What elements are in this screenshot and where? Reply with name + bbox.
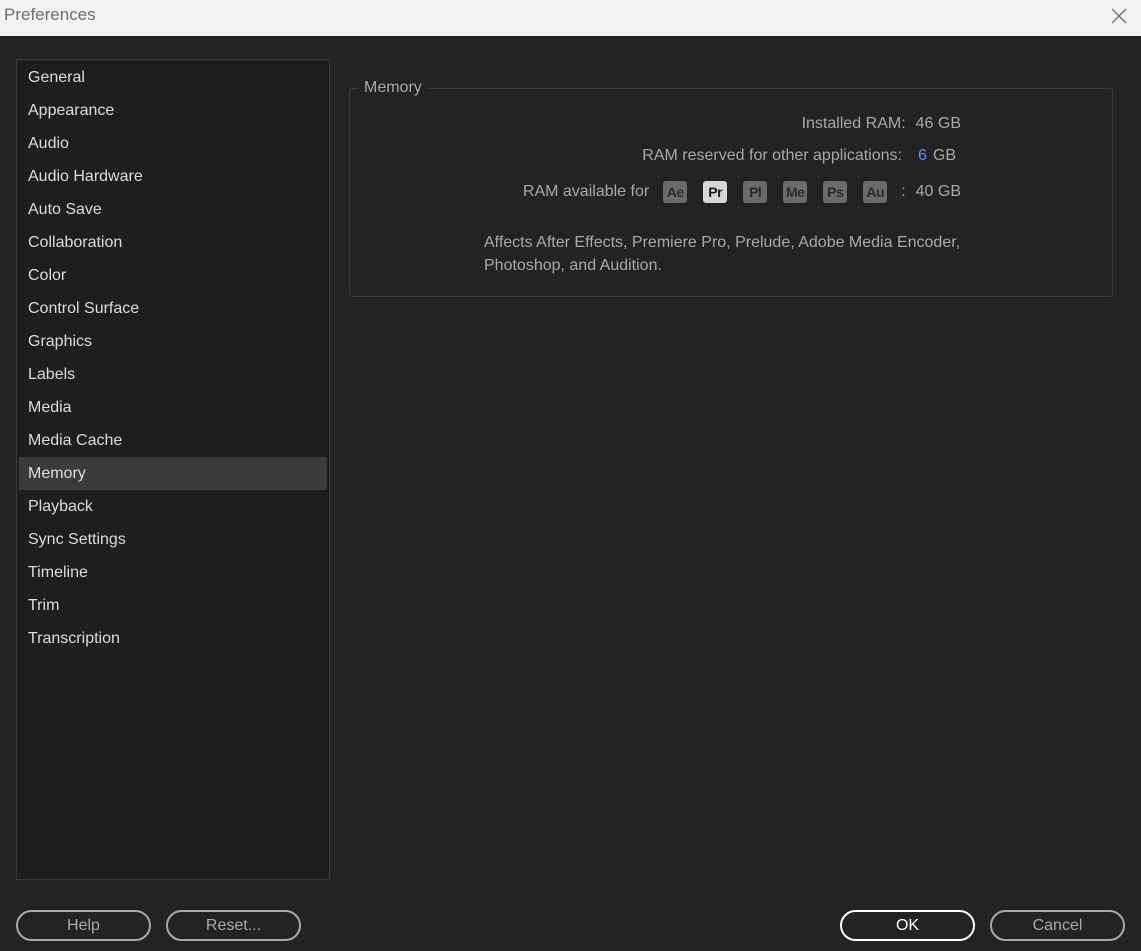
- available-ram-colon: :: [901, 183, 906, 200]
- panel-heading: Memory: [358, 79, 428, 97]
- sidebar-item-playback[interactable]: Playback: [19, 490, 327, 523]
- available-ram-row: RAM available for Ae Pr Pl Me Ps Au : 40…: [523, 181, 961, 203]
- after-effects-icon: Ae: [663, 181, 688, 203]
- sidebar-item-sync-settings[interactable]: Sync Settings: [19, 523, 327, 556]
- sidebar-item-media[interactable]: Media: [19, 391, 327, 424]
- sidebar-item-labels[interactable]: Labels: [19, 358, 327, 391]
- photoshop-icon: Ps: [823, 181, 848, 203]
- sidebar-item-audio[interactable]: Audio: [19, 127, 327, 160]
- app-badges: Ae Pr Pl Me Ps Au: [663, 181, 888, 203]
- close-icon[interactable]: [1103, 2, 1135, 30]
- sidebar-item-memory[interactable]: Memory: [19, 457, 327, 490]
- sidebar-item-transcription[interactable]: Transcription: [19, 622, 327, 655]
- reserved-ram-row: RAM reserved for other applications: 6 G…: [642, 147, 956, 165]
- preferences-category-list: General Appearance Audio Audio Hardware …: [16, 59, 330, 880]
- help-button[interactable]: Help: [16, 910, 151, 941]
- installed-ram-value: 46 GB: [915, 115, 961, 132]
- cancel-button[interactable]: Cancel: [990, 910, 1125, 941]
- reserved-ram-label: RAM reserved for other applications:: [642, 147, 902, 164]
- sidebar-item-trim[interactable]: Trim: [19, 589, 327, 622]
- installed-ram-label: Installed RAM:: [801, 115, 906, 132]
- premiere-pro-icon: Pr: [703, 181, 728, 203]
- available-ram-label: RAM available for: [522, 183, 650, 200]
- memory-note: Affects After Effects, Premiere Pro, Pre…: [484, 234, 961, 274]
- media-encoder-icon: Me: [783, 181, 808, 203]
- audition-icon: Au: [863, 181, 888, 203]
- ok-button[interactable]: OK: [840, 910, 975, 941]
- available-ram-value: 40 GB: [915, 183, 961, 200]
- sidebar-item-graphics[interactable]: Graphics: [19, 325, 327, 358]
- memory-panel: Memory Installed RAM: 46 GB RAM reserved…: [349, 79, 1113, 297]
- sidebar-item-collaboration[interactable]: Collaboration: [19, 226, 327, 259]
- sidebar-item-control-surface[interactable]: Control Surface: [19, 292, 327, 325]
- sidebar-item-general[interactable]: General: [19, 61, 327, 94]
- sidebar-item-audio-hardware[interactable]: Audio Hardware: [19, 160, 327, 193]
- sidebar-item-appearance[interactable]: Appearance: [19, 94, 327, 127]
- reserved-ram-unit: GB: [932, 147, 956, 164]
- window-title: Preferences: [4, 5, 96, 24]
- prelude-icon: Pl: [743, 181, 768, 203]
- title-bar: Preferences: [0, 0, 1141, 36]
- reserved-ram-value[interactable]: 6: [918, 147, 927, 165]
- installed-ram-row: Installed RAM: 46 GB: [802, 115, 961, 133]
- sidebar-item-auto-save[interactable]: Auto Save: [19, 193, 327, 226]
- sidebar-item-timeline[interactable]: Timeline: [19, 556, 327, 589]
- reset-button[interactable]: Reset...: [166, 910, 301, 941]
- sidebar-item-media-cache[interactable]: Media Cache: [19, 424, 327, 457]
- sidebar-item-color[interactable]: Color: [19, 259, 327, 292]
